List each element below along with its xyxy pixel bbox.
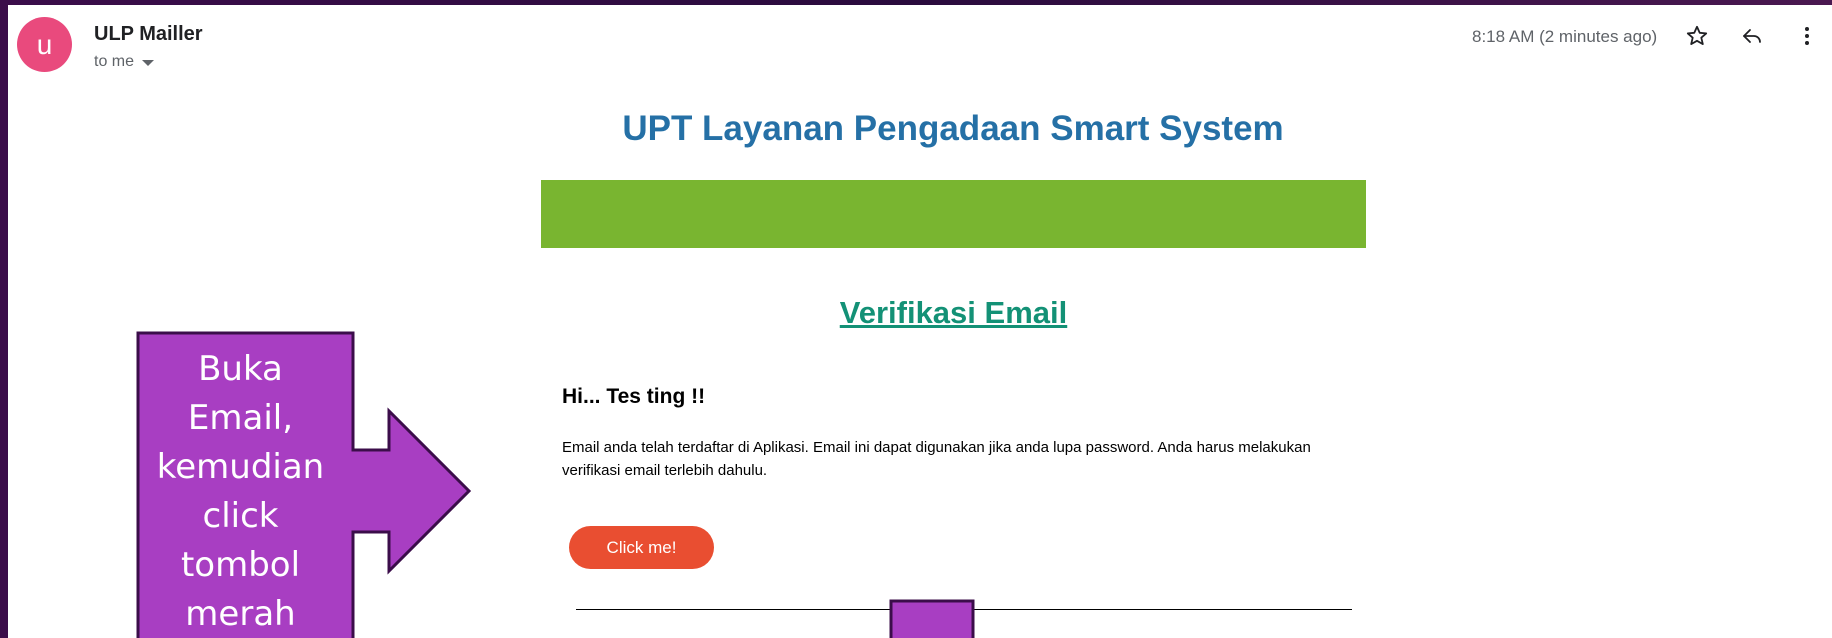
callout-marker	[889, 599, 975, 638]
callout-line: tombol	[180, 545, 301, 585]
callout-line: Email,	[187, 398, 294, 438]
callout-line: Buka	[198, 349, 283, 389]
callout-line: merah	[185, 594, 296, 634]
callout-line: click	[202, 496, 279, 536]
email-view: u ULP Mailler to me 8:18 AM (2 minutes a…	[8, 5, 1832, 638]
callout-text: Buka Email, kemudian click tombol merah	[132, 345, 349, 638]
callout-line: kemudian	[156, 447, 325, 487]
